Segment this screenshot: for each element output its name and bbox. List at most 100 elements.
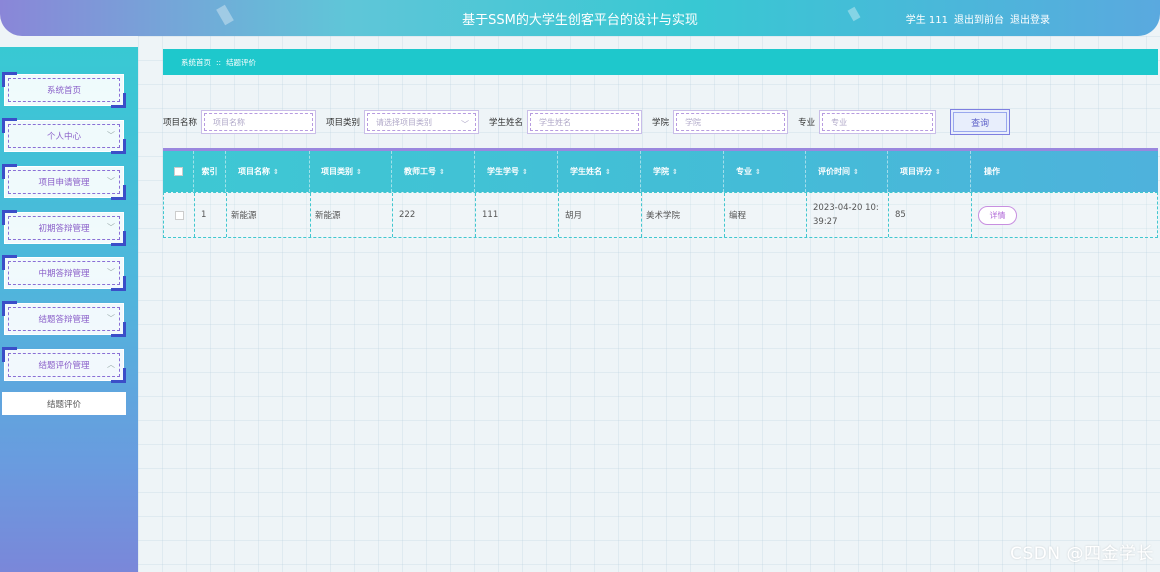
cell-eval-time: 2023-04-20 10:39:27 (807, 193, 889, 237)
cell-project-type: 新能源 (311, 193, 393, 237)
header-major[interactable]: 专业 ⇕ (724, 151, 806, 192)
major-input[interactable]: 专业 (819, 110, 937, 134)
chevron-down-icon: ﹀ (107, 131, 115, 140)
select-all-checkbox[interactable] (173, 167, 183, 176)
user-bar: 学生 111 退出到前台 退出登录 (906, 11, 1050, 26)
header-label: 学生学号 (487, 167, 519, 176)
cell-index: 1 (195, 193, 227, 237)
sidebar-item-label: 结题答辩管理 (38, 315, 90, 325)
chevron-down-icon: ﹀ (107, 268, 115, 277)
project-type-placeholder-text: 请选择项目类别 (376, 117, 433, 127)
header-label: 项目名称 (238, 167, 270, 176)
query-button-label: 查询 (953, 112, 1008, 132)
header-project-type[interactable]: 项目类别 ⇕ (310, 151, 392, 192)
breadcrumb-current: 结题评价 (226, 57, 257, 67)
watermark: CSDN @四金学长 (1010, 544, 1154, 564)
header-college[interactable]: 学院 ⇕ (641, 151, 724, 192)
breadcrumb: 系统首页 :: 结题评价 (163, 49, 1158, 75)
table-row: 1 新能源 新能源 222 111 胡月 美术学院 编程 2023-04-20 … (163, 192, 1158, 238)
sidebar-item-label: 初期答辩管理 (38, 224, 90, 234)
header-index-label: 索引 (201, 167, 218, 176)
header-score[interactable]: 项目评分 ⇕ (888, 151, 971, 192)
project-type-select[interactable]: 请选择项目类别 ﹀ (364, 110, 480, 134)
header-index: 索引 (194, 151, 226, 192)
sidebar-item-project-application[interactable]: 项目申请管理 ﹀ (2, 164, 126, 200)
cell-major: 编程 (725, 193, 807, 237)
cell-teacher-id: 222 (393, 193, 476, 237)
student-name-label: 学生姓名 (489, 118, 524, 128)
college-label: 学院 (652, 118, 670, 128)
breadcrumb-home[interactable]: 系统首页 (181, 57, 211, 68)
row-select-cell (164, 193, 195, 237)
table-header: 索引 项目名称 ⇕ 项目类别 ⇕ 教师工号 ⇕ 学生学号 ⇕ 学生姓名 ⇕ 学院 ⇕ 专业 ⇕… (163, 148, 1158, 192)
sidebar-item-initial-defense[interactable]: 初期答辩管理 ﹀ (2, 210, 126, 246)
sidebar-item-midterm-defense[interactable]: 中期答辩管理 ﹀ (2, 255, 126, 291)
back-to-front-link[interactable]: 退出到前台 (954, 11, 1004, 26)
select-all-header (163, 151, 194, 192)
project-type-placeholder: 请选择项目类别 ﹀ (367, 113, 477, 131)
project-type-label: 项目类别 (326, 118, 361, 128)
student-name-placeholder: 学生姓名 (530, 113, 640, 131)
chevron-down-icon: ﹀ (107, 314, 115, 323)
row-checkbox[interactable] (174, 210, 184, 220)
breadcrumb-separator: :: (216, 57, 222, 67)
sort-icon: ⇕ (356, 167, 362, 176)
sort-icon: ⇕ (273, 167, 279, 176)
detail-button[interactable]: 详情 (978, 205, 1017, 225)
project-name-placeholder: 项目名称 (204, 113, 314, 131)
header-label: 学院 (653, 167, 669, 176)
major-label: 专业 (798, 118, 816, 128)
top-header: 基于SSM的大学生创客平台的设计与实现 学生 111 退出到前台 退出登录 (0, 0, 1160, 36)
sidebar-item-final-evaluation[interactable]: 结题评价管理 ︿ (2, 347, 126, 383)
sort-icon: ⇕ (522, 167, 528, 176)
chevron-down-icon: ﹀ (107, 223, 115, 232)
chevron-up-icon: ︿ (107, 360, 115, 369)
sidebar-item-final-defense[interactable]: 结题答辩管理 ﹀ (2, 301, 126, 337)
header-label: 操作 (984, 167, 1000, 176)
header-action: 操作 (971, 151, 1158, 192)
sidebar: 系统首页 个人中心 ﹀ 项目申请管理 ﹀ 初期答辩管理 ﹀ 中期答辩管理 ﹀ 结… (0, 47, 138, 572)
header-label: 专业 (736, 167, 752, 176)
project-name-label: 项目名称 (163, 118, 198, 128)
sidebar-item-label: 个人中心 (46, 132, 81, 142)
cell-action: 详情 (972, 193, 1157, 237)
header-student-name[interactable]: 学生姓名 ⇕ (558, 151, 641, 192)
header-label: 项目评分 (900, 167, 932, 176)
college-placeholder: 学院 (676, 113, 786, 131)
student-name-input[interactable]: 学生姓名 (527, 110, 643, 134)
chevron-down-icon: ﹀ (461, 120, 470, 129)
search-bar: 项目名称 项目名称 项目类别 请选择项目类别 ﹀ 学生姓名 学生姓名 学院 学院… (163, 109, 1011, 135)
sidebar-item-label: 项目申请管理 (38, 178, 90, 188)
sidebar-subitem-final-evaluation[interactable]: 结题评价 (2, 392, 126, 415)
sort-icon: ⇕ (439, 167, 445, 176)
header-label: 评价时间 (818, 167, 850, 176)
project-name-input[interactable]: 项目名称 (201, 110, 317, 134)
query-button[interactable]: 查询 (950, 109, 1011, 135)
user-label: 学生 111 (905, 15, 948, 26)
header-student-id[interactable]: 学生学号 ⇕ (475, 151, 558, 192)
chevron-down-icon: ﹀ (107, 177, 115, 186)
sort-icon: ⇕ (605, 167, 611, 176)
sidebar-item-home[interactable]: 系统首页 (2, 72, 126, 108)
major-placeholder: 专业 (822, 113, 934, 131)
sort-icon: ⇕ (853, 167, 859, 176)
sidebar-item-label: 结题评价管理 (38, 361, 90, 371)
header-label: 学生姓名 (570, 167, 602, 176)
sidebar-item-label: 系统首页 (46, 86, 81, 96)
header-project-name[interactable]: 项目名称 ⇕ (226, 151, 310, 192)
logout-link[interactable]: 退出登录 (1010, 11, 1050, 26)
sort-icon: ⇕ (755, 167, 761, 176)
sort-icon: ⇕ (672, 167, 678, 176)
header-label: 教师工号 (404, 167, 436, 176)
cell-college: 美术学院 (642, 193, 725, 237)
cell-score: 85 (889, 193, 972, 237)
header-teacher-id[interactable]: 教师工号 ⇕ (392, 151, 475, 192)
cell-student-id: 111 (476, 193, 559, 237)
sidebar-item-personal-center[interactable]: 个人中心 ﹀ (2, 118, 126, 154)
header-eval-time[interactable]: 评价时间 ⇕ (806, 151, 888, 192)
college-input[interactable]: 学院 (673, 110, 789, 134)
sidebar-item-label: 中期答辩管理 (38, 269, 90, 279)
cell-project-name: 新能源 (227, 193, 311, 237)
cell-student-name: 胡月 (559, 193, 642, 237)
sidebar-subitem-label: 结题评价 (46, 399, 81, 410)
